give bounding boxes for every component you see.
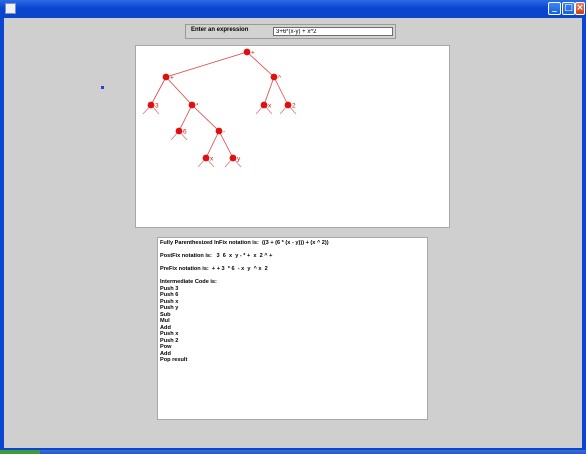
tree-edge — [150, 76, 167, 106]
notation-output-area[interactable]: Fully Parenthesized InFix notation is: (… — [157, 237, 428, 420]
tree-edge — [218, 130, 234, 159]
tree-edge — [165, 51, 248, 78]
expression-label: Enter an expression — [191, 27, 249, 33]
tree-node-n_2 — [284, 101, 292, 109]
window-frame-right — [582, 18, 586, 450]
tree-node-n_minus — [215, 127, 223, 135]
output-line: Pop result — [160, 357, 188, 363]
tree-node-label: ^ — [278, 75, 282, 82]
tree-node-label: 3 — [155, 103, 159, 110]
tree-edge — [263, 76, 275, 106]
tree-node-n_x1 — [260, 101, 268, 109]
title-bar: _ □ × — [0, 0, 586, 18]
tree-node-label: + — [251, 50, 255, 57]
close-icon[interactable]: × — [575, 2, 585, 15]
tree-node-root — [243, 48, 251, 56]
tree-node-label: y — [237, 156, 241, 163]
expression-input[interactable] — [273, 27, 393, 36]
tree-node-n_6 — [175, 127, 183, 135]
tree-node-n_left_plus — [162, 73, 170, 81]
tree-edge — [205, 130, 220, 159]
expression-tree-canvas: + + ^ 3 * x 2 6 - x y — [135, 45, 450, 228]
start-button[interactable] — [0, 450, 40, 454]
taskbar — [0, 450, 586, 454]
tree-node-n_y — [229, 154, 237, 162]
tree-node-label: + — [170, 75, 174, 82]
tree-node-label: 2 — [292, 103, 296, 110]
tree-node-n_3 — [147, 101, 155, 109]
tree-node-label: 6 — [183, 129, 187, 136]
expression-input-panel: Enter an expression — [185, 24, 396, 39]
minimize-icon[interactable]: _ — [548, 2, 561, 15]
maximize-icon[interactable]: □ — [562, 2, 575, 15]
window-frame-left — [0, 18, 4, 450]
java-app-icon — [5, 3, 16, 14]
stray-pixel-dot — [101, 86, 104, 89]
tree-node-n_mul — [188, 101, 196, 109]
tree-node-n_pow — [270, 73, 278, 81]
tree-node-label: x — [268, 103, 272, 110]
tree-node-label: - — [223, 129, 225, 136]
tree-node-label: * — [196, 103, 199, 110]
tree-node-n_x2 — [202, 154, 210, 162]
tree-node-label: x — [210, 156, 214, 163]
expression-tree-svg: + + ^ 3 * x 2 6 - x y — [142, 48, 297, 168]
tree-edge — [178, 104, 193, 132]
